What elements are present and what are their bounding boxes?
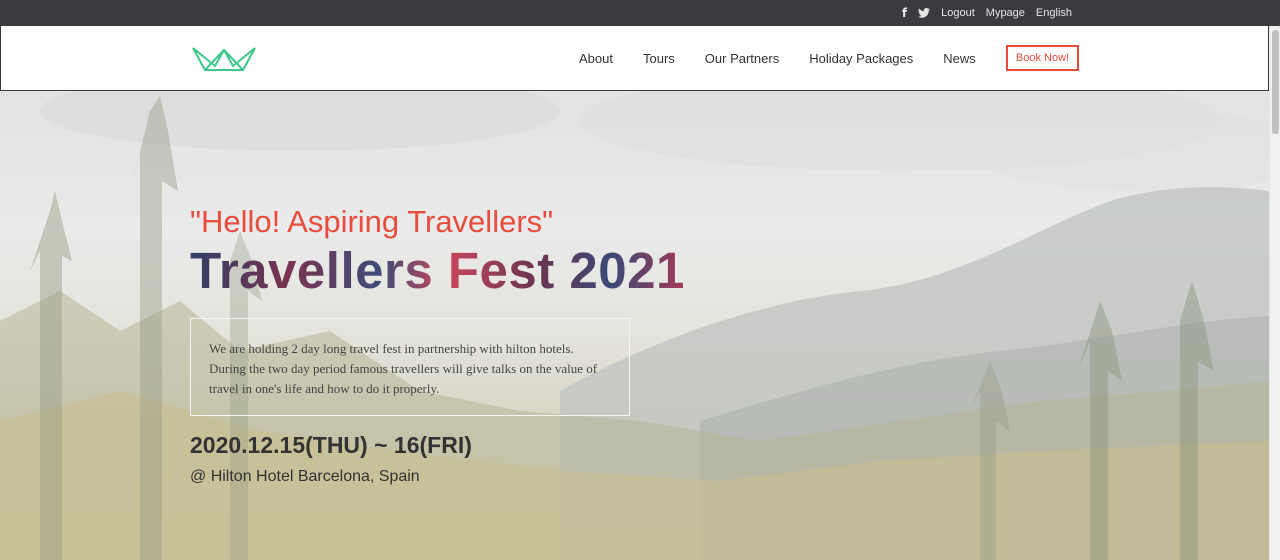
book-now-button[interactable]: Book Now! (1006, 45, 1079, 71)
hero-banner: "Hello! Aspiring Travellers" Travellers … (0, 91, 1269, 560)
logout-link[interactable]: Logout (941, 0, 975, 26)
scrollbar-thumb[interactable] (1272, 30, 1279, 134)
event-dates: 2020.12.15(THU) ~ 16(FRI) (190, 432, 472, 458)
site-header: About Tours Our Partners Holiday Package… (0, 26, 1269, 91)
main-nav: About Tours Our Partners Holiday Package… (579, 26, 1006, 90)
nav-news[interactable]: News (943, 51, 976, 66)
hero-headline: Travellers Fest 2021 (190, 242, 685, 299)
event-description: We are holding 2 day long travel fest in… (209, 341, 598, 396)
language-link[interactable]: English (1036, 0, 1072, 26)
nav-tours[interactable]: Tours (643, 51, 675, 66)
page-scrollbar[interactable] (1269, 26, 1280, 560)
crown-logo-icon (192, 47, 256, 71)
event-description-box: We are holding 2 day long travel fest in… (190, 318, 630, 416)
facebook-icon[interactable]: f (902, 0, 907, 26)
nav-holiday-packages[interactable]: Holiday Packages (809, 51, 913, 66)
mypage-link[interactable]: Mypage (986, 0, 1025, 26)
nav-our-partners[interactable]: Our Partners (705, 51, 779, 66)
nav-about[interactable]: About (579, 51, 613, 66)
utility-links: f Logout Mypage English (902, 0, 1072, 26)
top-utility-bar: f Logout Mypage English (0, 0, 1280, 26)
twitter-icon[interactable] (918, 8, 931, 18)
hero-tagline: "Hello! Aspiring Travellers" (190, 204, 554, 239)
event-venue: @ Hilton Hotel Barcelona, Spain (190, 468, 420, 485)
